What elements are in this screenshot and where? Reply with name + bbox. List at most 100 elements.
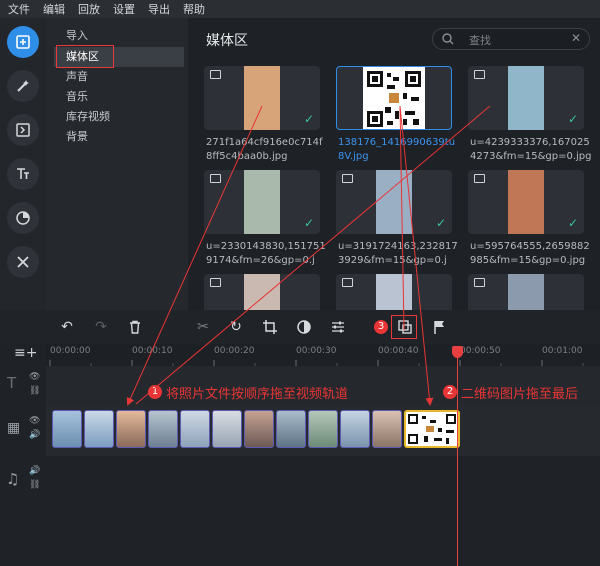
volume-icon[interactable]: 🔊 <box>29 430 40 440</box>
crop-icon <box>263 320 277 334</box>
music-note-icon: ♫ <box>6 470 20 488</box>
undo-button[interactable]: ↶ <box>58 318 76 336</box>
tool-rail <box>0 18 46 310</box>
media-tile[interactable]: ✓ <box>336 170 452 234</box>
video-clip[interactable] <box>308 410 338 448</box>
video-clip[interactable] <box>244 410 274 448</box>
thumbnail <box>508 170 544 234</box>
video-clip[interactable] <box>52 410 82 448</box>
menu-file[interactable]: 文件 <box>8 1 30 17</box>
image-icon <box>210 70 221 79</box>
add-track-icon[interactable]: ≡+ <box>14 345 37 361</box>
annotation-step-1: 将照片文件按顺序拖至视频轨道 <box>166 387 349 402</box>
check-icon: ✓ <box>303 216 314 230</box>
text-track-header: T 👁 ⛓ <box>0 366 46 404</box>
search-icon <box>442 33 454 45</box>
media-tile-selected[interactable] <box>336 66 452 130</box>
link-icon[interactable]: ⛓ <box>29 480 40 490</box>
video-clip[interactable] <box>180 410 210 448</box>
adjust-button[interactable] <box>329 318 347 336</box>
media-tile[interactable]: ✓ <box>204 66 320 130</box>
video-clip[interactable] <box>84 410 114 448</box>
search-input[interactable]: 查找 ✕ <box>432 28 590 50</box>
video-clip[interactable] <box>116 410 146 448</box>
image-icon <box>342 174 353 183</box>
filter-tool-button[interactable] <box>7 202 39 234</box>
color-button[interactable] <box>295 318 313 336</box>
check-icon: ✓ <box>567 112 578 126</box>
rotate-button[interactable]: ↻ <box>227 318 245 336</box>
ruler-label: 00:00:30 <box>296 346 337 356</box>
highlight-box <box>391 315 417 339</box>
menu-help[interactable]: 帮助 <box>183 1 205 17</box>
menu-bar: 文件 编辑 回放 设置 导出 帮助 <box>0 0 600 18</box>
qr-thumbnail <box>363 67 425 129</box>
redo-button[interactable]: ↷ <box>92 318 110 336</box>
volume-icon[interactable]: 🔊 <box>29 466 40 476</box>
media-caption: u=595764555,2659882985&fm=15&gp=0.jpg <box>470 241 590 266</box>
media-caption: 271f1a64cf916e0c714f8ff5c4baa0b.jpg <box>206 137 323 162</box>
media-tile[interactable] <box>204 274 320 310</box>
eye-icon[interactable]: 👁 <box>29 416 40 426</box>
category-import[interactable]: 导入 <box>54 26 184 46</box>
contrast-icon <box>297 320 311 334</box>
tools-icon <box>17 256 29 268</box>
menu-playback[interactable]: 回放 <box>78 1 100 17</box>
qr-video-clip[interactable] <box>404 410 460 448</box>
media-title: 媒体区 <box>206 33 248 49</box>
thumbnail <box>508 274 544 310</box>
media-tile[interactable] <box>468 274 584 310</box>
eye-icon[interactable]: 👁 <box>29 372 40 382</box>
image-icon <box>210 174 221 183</box>
time-ruler[interactable]: 00:00:00 00:00:10 00:00:20 00:00:30 00:0… <box>46 344 600 366</box>
delete-button[interactable] <box>126 318 144 336</box>
thumbnail <box>508 66 544 130</box>
media-tile[interactable]: ✓ <box>468 170 584 234</box>
trash-icon <box>130 320 140 334</box>
menu-settings[interactable]: 设置 <box>113 1 135 17</box>
category-stock-video[interactable]: 库存视频 <box>54 107 184 127</box>
magic-tool-button[interactable] <box>7 70 39 102</box>
step-badge-1: 1 <box>148 385 162 399</box>
menu-export[interactable]: 导出 <box>148 1 170 17</box>
marker-button[interactable] <box>430 318 448 336</box>
crop-button[interactable] <box>261 318 279 336</box>
link-icon[interactable]: ⛓ <box>29 386 40 396</box>
text-tool-button[interactable] <box>7 158 39 190</box>
playhead-line <box>457 346 458 566</box>
menu-edit[interactable]: 编辑 <box>43 1 65 17</box>
video-clip[interactable] <box>340 410 370 448</box>
qr-code-icon <box>367 71 421 127</box>
media-tile[interactable] <box>336 274 452 310</box>
thumbnail <box>244 274 280 310</box>
film-icon: ▦ <box>7 420 21 436</box>
video-clip[interactable] <box>148 410 178 448</box>
transition-icon <box>16 123 30 137</box>
video-track-header: ▦ 👁 🔊 <box>0 404 46 456</box>
transition-tool-button[interactable] <box>7 114 39 146</box>
video-clip[interactable] <box>372 410 402 448</box>
video-clip[interactable] <box>276 410 306 448</box>
rotate-icon: ↻ <box>230 319 242 335</box>
media-caption: u=4239333376,1670254273&fm=15&gp=0.jpg <box>470 137 592 162</box>
media-caption-selected: 138176_1416990639tu8V.jpg <box>338 137 456 162</box>
more-tools-button[interactable] <box>7 246 39 278</box>
image-icon <box>474 70 485 79</box>
highlight-box <box>56 45 114 68</box>
category-music[interactable]: 音乐 <box>54 87 184 107</box>
thumbnail <box>244 66 280 130</box>
import-icon <box>16 35 30 49</box>
scissors-icon: ✂ <box>197 319 209 335</box>
step-badge-2: 2 <box>443 385 457 399</box>
import-tool-button[interactable] <box>7 26 39 58</box>
thumbnail <box>376 274 412 310</box>
audio-track[interactable] <box>46 456 600 566</box>
category-sound[interactable]: 声音 <box>54 67 184 87</box>
annotation-step-2: 二维码图片拖至最后 <box>461 387 579 402</box>
media-tile[interactable]: ✓ <box>204 170 320 234</box>
category-background[interactable]: 背景 <box>54 127 184 147</box>
video-clip[interactable] <box>212 410 242 448</box>
clear-search-icon[interactable]: ✕ <box>571 31 581 45</box>
media-tile[interactable]: ✓ <box>468 66 584 130</box>
cut-button[interactable]: ✂ <box>194 318 212 336</box>
